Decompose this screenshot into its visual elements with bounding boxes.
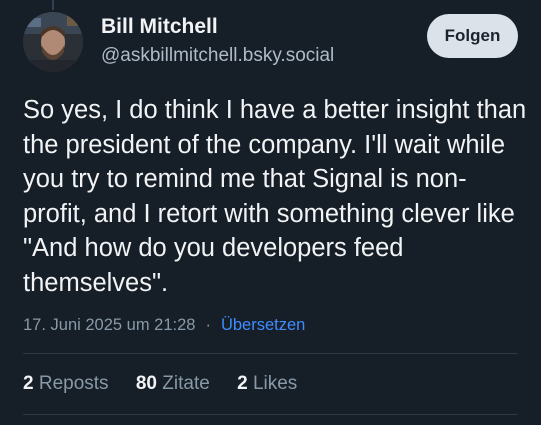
meta-separator: · xyxy=(205,316,211,334)
divider xyxy=(23,353,518,354)
author-handle[interactable]: @askbillmitchell.bsky.social xyxy=(101,44,334,68)
thread-connector-line xyxy=(52,0,54,10)
reposts-stat[interactable]: 2 Reposts xyxy=(23,373,109,394)
reposts-label: Reposts xyxy=(38,373,109,394)
post-meta: 17. Juni 2025 um 21:28 · Übersetzen xyxy=(23,316,305,335)
likes-stat[interactable]: 2 Likes xyxy=(237,373,297,394)
post-stats: 2 Reposts 80 Zitate 2 Likes xyxy=(23,373,319,395)
follow-button[interactable]: Folgen xyxy=(427,14,518,58)
quotes-stat[interactable]: 80 Zitate xyxy=(136,373,210,394)
profile-photo-icon xyxy=(23,12,83,72)
post-text: So yes, I do think I have a better insig… xyxy=(23,96,527,297)
divider xyxy=(23,414,518,415)
likes-count: 2 xyxy=(237,373,248,394)
avatar[interactable] xyxy=(23,12,83,72)
likes-label: Likes xyxy=(252,373,298,394)
reposts-count: 2 xyxy=(23,373,34,394)
quotes-label: Zitate xyxy=(162,373,210,394)
author-display-name[interactable]: Bill Mitchell xyxy=(101,14,334,40)
translate-link[interactable]: Übersetzen xyxy=(221,316,305,334)
post-timestamp[interactable]: 17. Juni 2025 um 21:28 xyxy=(23,316,195,334)
quotes-count: 80 xyxy=(135,373,157,394)
author-info: Bill Mitchell @askbillmitchell.bsky.soci… xyxy=(101,14,334,68)
